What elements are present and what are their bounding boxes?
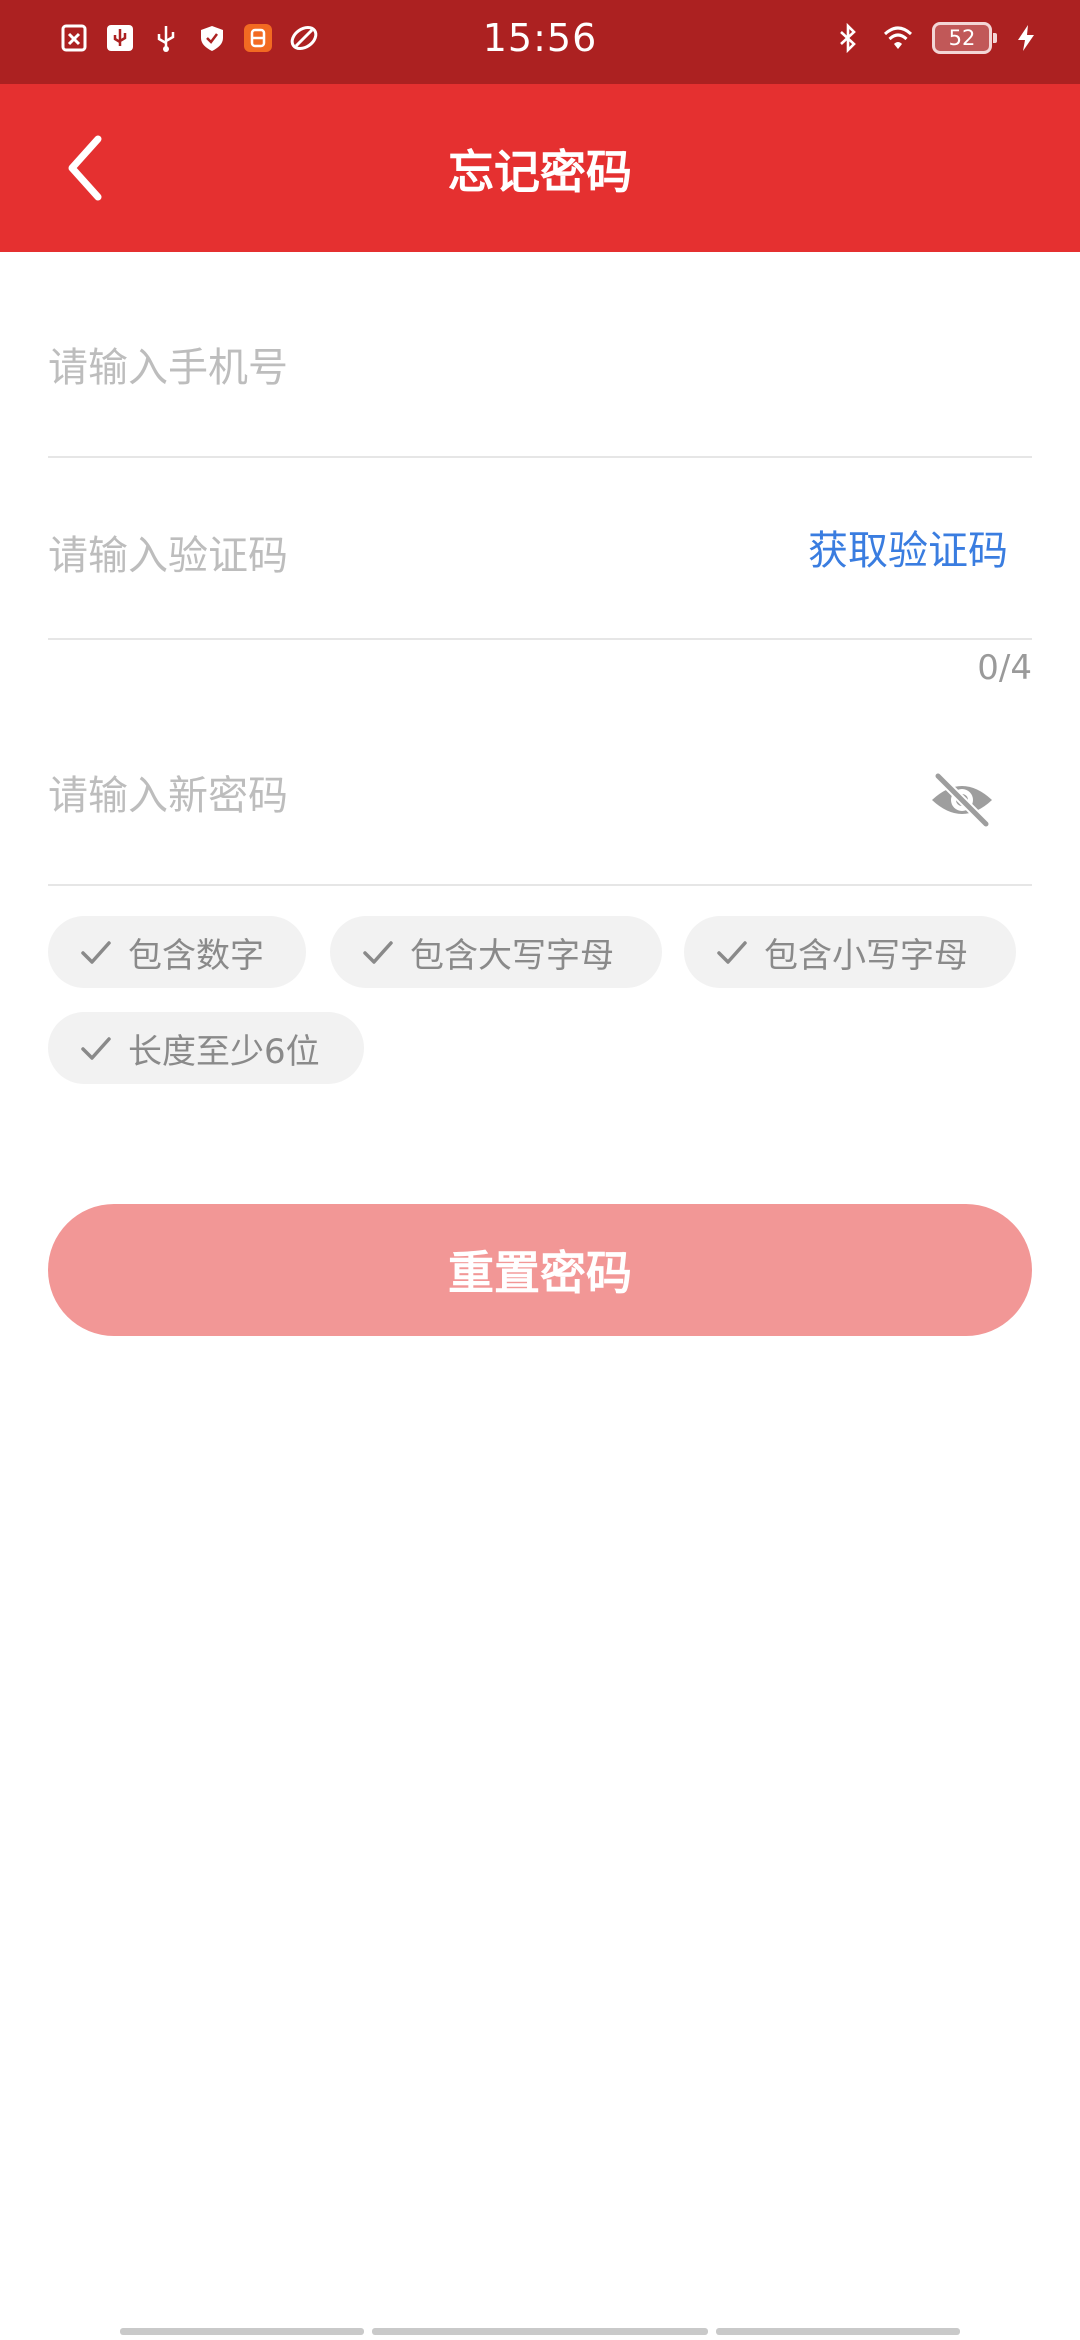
requirement-chip: 包含大写字母 <box>330 916 662 988</box>
status-right-icons: 52 <box>832 22 1042 54</box>
status-bar: 15:56 52 <box>0 0 1080 84</box>
requirement-label: 包含大写字母 <box>410 935 614 976</box>
page-title: 忘记密码 <box>448 145 632 199</box>
requirement-chip: 包含小写字母 <box>684 916 1016 988</box>
home-indicator-right <box>716 2328 960 2335</box>
battery-level: 52 <box>948 26 976 50</box>
requirement-chip: 长度至少6位 <box>48 1012 364 1084</box>
password-field <box>48 706 1032 886</box>
reset-password-button[interactable]: 重置密码 <box>48 1204 1032 1336</box>
home-indicator-left <box>120 2328 364 2335</box>
home-indicator-center <box>372 2328 708 2335</box>
get-code-button[interactable]: 获取验证码 <box>808 518 1008 576</box>
code-input[interactable] <box>48 526 728 586</box>
requirement-chip: 包含数字 <box>48 916 306 988</box>
charging-icon <box>1010 22 1042 54</box>
password-input[interactable] <box>48 766 828 826</box>
app-header: 忘记密码 <box>0 84 1080 252</box>
wifi-icon <box>882 22 914 54</box>
phone-input[interactable] <box>48 338 748 398</box>
check-icon <box>81 1037 111 1060</box>
code-field: 获取验证码 <box>48 456 1032 640</box>
code-counter: 0/4 <box>977 648 1032 688</box>
requirement-label: 包含小写字母 <box>764 935 968 976</box>
check-icon <box>363 941 393 964</box>
check-icon <box>81 941 111 964</box>
phone-field <box>48 252 1032 458</box>
requirement-label: 长度至少6位 <box>128 1031 320 1072</box>
battery-icon: 52 <box>932 22 997 54</box>
check-icon <box>717 941 747 964</box>
requirement-label: 包含数字 <box>128 935 264 976</box>
bluetooth-icon <box>832 22 864 54</box>
eye-off-icon[interactable] <box>926 764 998 836</box>
